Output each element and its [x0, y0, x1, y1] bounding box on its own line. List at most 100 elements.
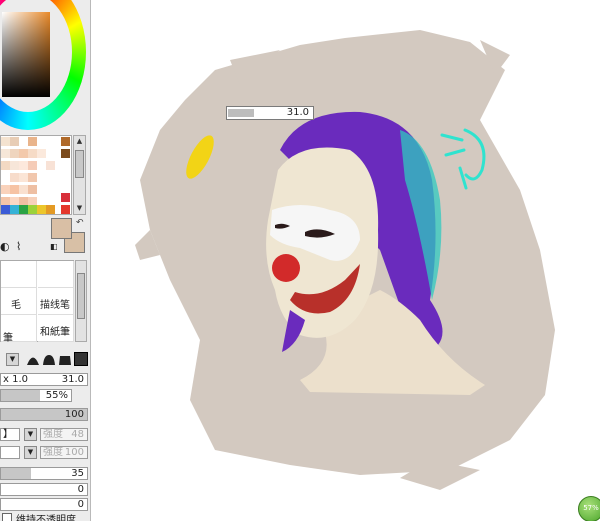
- zoom-indicator[interactable]: 57%: [578, 496, 600, 521]
- swatch[interactable]: [10, 149, 19, 158]
- brush-slot-hair[interactable]: 毛: [1, 288, 37, 315]
- brush-slot[interactable]: [1, 261, 37, 288]
- swatch[interactable]: [37, 137, 46, 146]
- eraser-icon[interactable]: ◐: [0, 240, 10, 253]
- eyedropper-icon[interactable]: ⌇: [16, 240, 21, 253]
- swatch[interactable]: [28, 149, 37, 158]
- swatch[interactable]: [61, 193, 70, 202]
- brush-slot-washi[interactable]: 和紙筆: [38, 315, 74, 342]
- swatch[interactable]: [46, 161, 55, 170]
- strength-label: 强度: [43, 447, 63, 458]
- strength-label: 强度: [43, 429, 63, 440]
- brush-size-tooltip-value: 31.0: [286, 107, 309, 118]
- min-size-slider[interactable]: 55%: [0, 389, 72, 402]
- brush-size-value: 31.0: [61, 374, 84, 385]
- texture-select-value: 】: [3, 429, 13, 440]
- swatch[interactable]: [10, 173, 19, 182]
- swatch[interactable]: [19, 185, 28, 194]
- swatch[interactable]: [19, 149, 28, 158]
- texture-dropdown-button[interactable]: ▼: [24, 428, 37, 441]
- persistence-value: 0: [77, 499, 84, 510]
- shape-selected-icon[interactable]: [74, 352, 88, 366]
- density-value: 100: [64, 409, 84, 420]
- brush-slot[interactable]: 筆: [1, 315, 37, 344]
- swatch[interactable]: [19, 173, 28, 182]
- swatch[interactable]: [1, 205, 10, 214]
- swatch[interactable]: [1, 161, 10, 170]
- palette-scroll-thumb[interactable]: [75, 150, 84, 178]
- brush-scrollbar[interactable]: [75, 260, 87, 342]
- blending-fill: [1, 468, 32, 479]
- bleed-dropdown-button[interactable]: ▼: [24, 446, 37, 459]
- swap-arrow-icon[interactable]: ↶: [76, 218, 84, 228]
- swatch[interactable]: [61, 149, 70, 158]
- saturation-value-square[interactable]: [2, 12, 50, 97]
- brush-label: 筆: [3, 333, 13, 344]
- swatch[interactable]: [37, 161, 46, 170]
- swatch[interactable]: [10, 185, 19, 194]
- swatch[interactable]: [10, 161, 19, 170]
- swatch[interactable]: [37, 185, 46, 194]
- min-size-fill: [1, 390, 40, 401]
- swatch[interactable]: [28, 205, 37, 214]
- dilution-value: 0: [77, 484, 84, 495]
- color-palette[interactable]: [0, 135, 72, 215]
- swatch[interactable]: [1, 173, 10, 182]
- brush-size-field[interactable]: x 1.0 31.0: [0, 373, 88, 386]
- shape-round-icon[interactable]: [26, 352, 40, 366]
- swatch[interactable]: [1, 149, 10, 158]
- swatch[interactable]: [10, 205, 19, 214]
- scroll-down-arrow-icon[interactable]: ▼: [75, 204, 84, 213]
- texture-strength-field[interactable]: 强度 48: [40, 428, 88, 441]
- brush-label: 描线笔: [40, 300, 70, 311]
- strength-value: 48: [71, 429, 84, 440]
- brush-slot-lineart[interactable]: 描线笔: [38, 288, 74, 315]
- blending-value: 35: [71, 468, 84, 479]
- tool-icons-row: ◐ ⌇ ◧: [0, 240, 58, 254]
- swatch[interactable]: [19, 137, 28, 146]
- canvas[interactable]: 31.0: [92, 0, 600, 521]
- swatch[interactable]: [61, 137, 70, 146]
- bleed-select[interactable]: [0, 446, 20, 459]
- brush-label: 和紙筆: [40, 327, 70, 338]
- texture-select[interactable]: 】: [0, 428, 20, 441]
- swatch[interactable]: [28, 137, 37, 146]
- scroll-up-arrow-icon[interactable]: ▲: [75, 137, 84, 146]
- swatch[interactable]: [46, 137, 55, 146]
- density-slider[interactable]: 100: [0, 408, 88, 421]
- red-nose: [272, 254, 300, 282]
- keep-opacity-label: 维持不透明度: [16, 515, 76, 521]
- artwork: [135, 30, 555, 490]
- swatch[interactable]: [10, 137, 19, 146]
- shape-square-icon[interactable]: [58, 352, 72, 366]
- brush-shape-row: ▼: [0, 350, 90, 368]
- size-multiplier[interactable]: x 1.0: [3, 374, 28, 385]
- shape-dropdown-button[interactable]: ▼: [6, 353, 19, 366]
- swatch[interactable]: [1, 137, 10, 146]
- swatch[interactable]: [46, 205, 55, 214]
- swatch[interactable]: [61, 205, 70, 214]
- brush-slot[interactable]: [38, 261, 74, 288]
- persistence-slider[interactable]: 0: [0, 498, 88, 511]
- keep-opacity-checkbox[interactable]: [2, 513, 12, 521]
- swatch[interactable]: [37, 149, 46, 158]
- dilution-slider[interactable]: 0: [0, 483, 88, 496]
- palette-scrollbar[interactable]: ▲ ▼: [73, 135, 86, 215]
- blending-slider[interactable]: 35: [0, 467, 88, 480]
- foreground-color[interactable]: [51, 218, 72, 239]
- swatch[interactable]: [37, 173, 46, 182]
- swatch[interactable]: [28, 185, 37, 194]
- reset-colors-icon[interactable]: ◧: [50, 242, 58, 251]
- bleed-strength-field[interactable]: 强度 100: [40, 446, 88, 459]
- brush-size-tooltip-fill: [228, 109, 254, 117]
- brush-label: 毛: [11, 300, 21, 311]
- shape-flat-icon[interactable]: [42, 352, 56, 366]
- swatch[interactable]: [19, 205, 28, 214]
- swatch[interactable]: [28, 161, 37, 170]
- swatch[interactable]: [19, 161, 28, 170]
- brush-scroll-thumb[interactable]: [77, 273, 85, 319]
- swatch[interactable]: [28, 173, 37, 182]
- min-size-value: 55%: [45, 390, 68, 401]
- swatch[interactable]: [1, 185, 10, 194]
- swatch[interactable]: [37, 205, 46, 214]
